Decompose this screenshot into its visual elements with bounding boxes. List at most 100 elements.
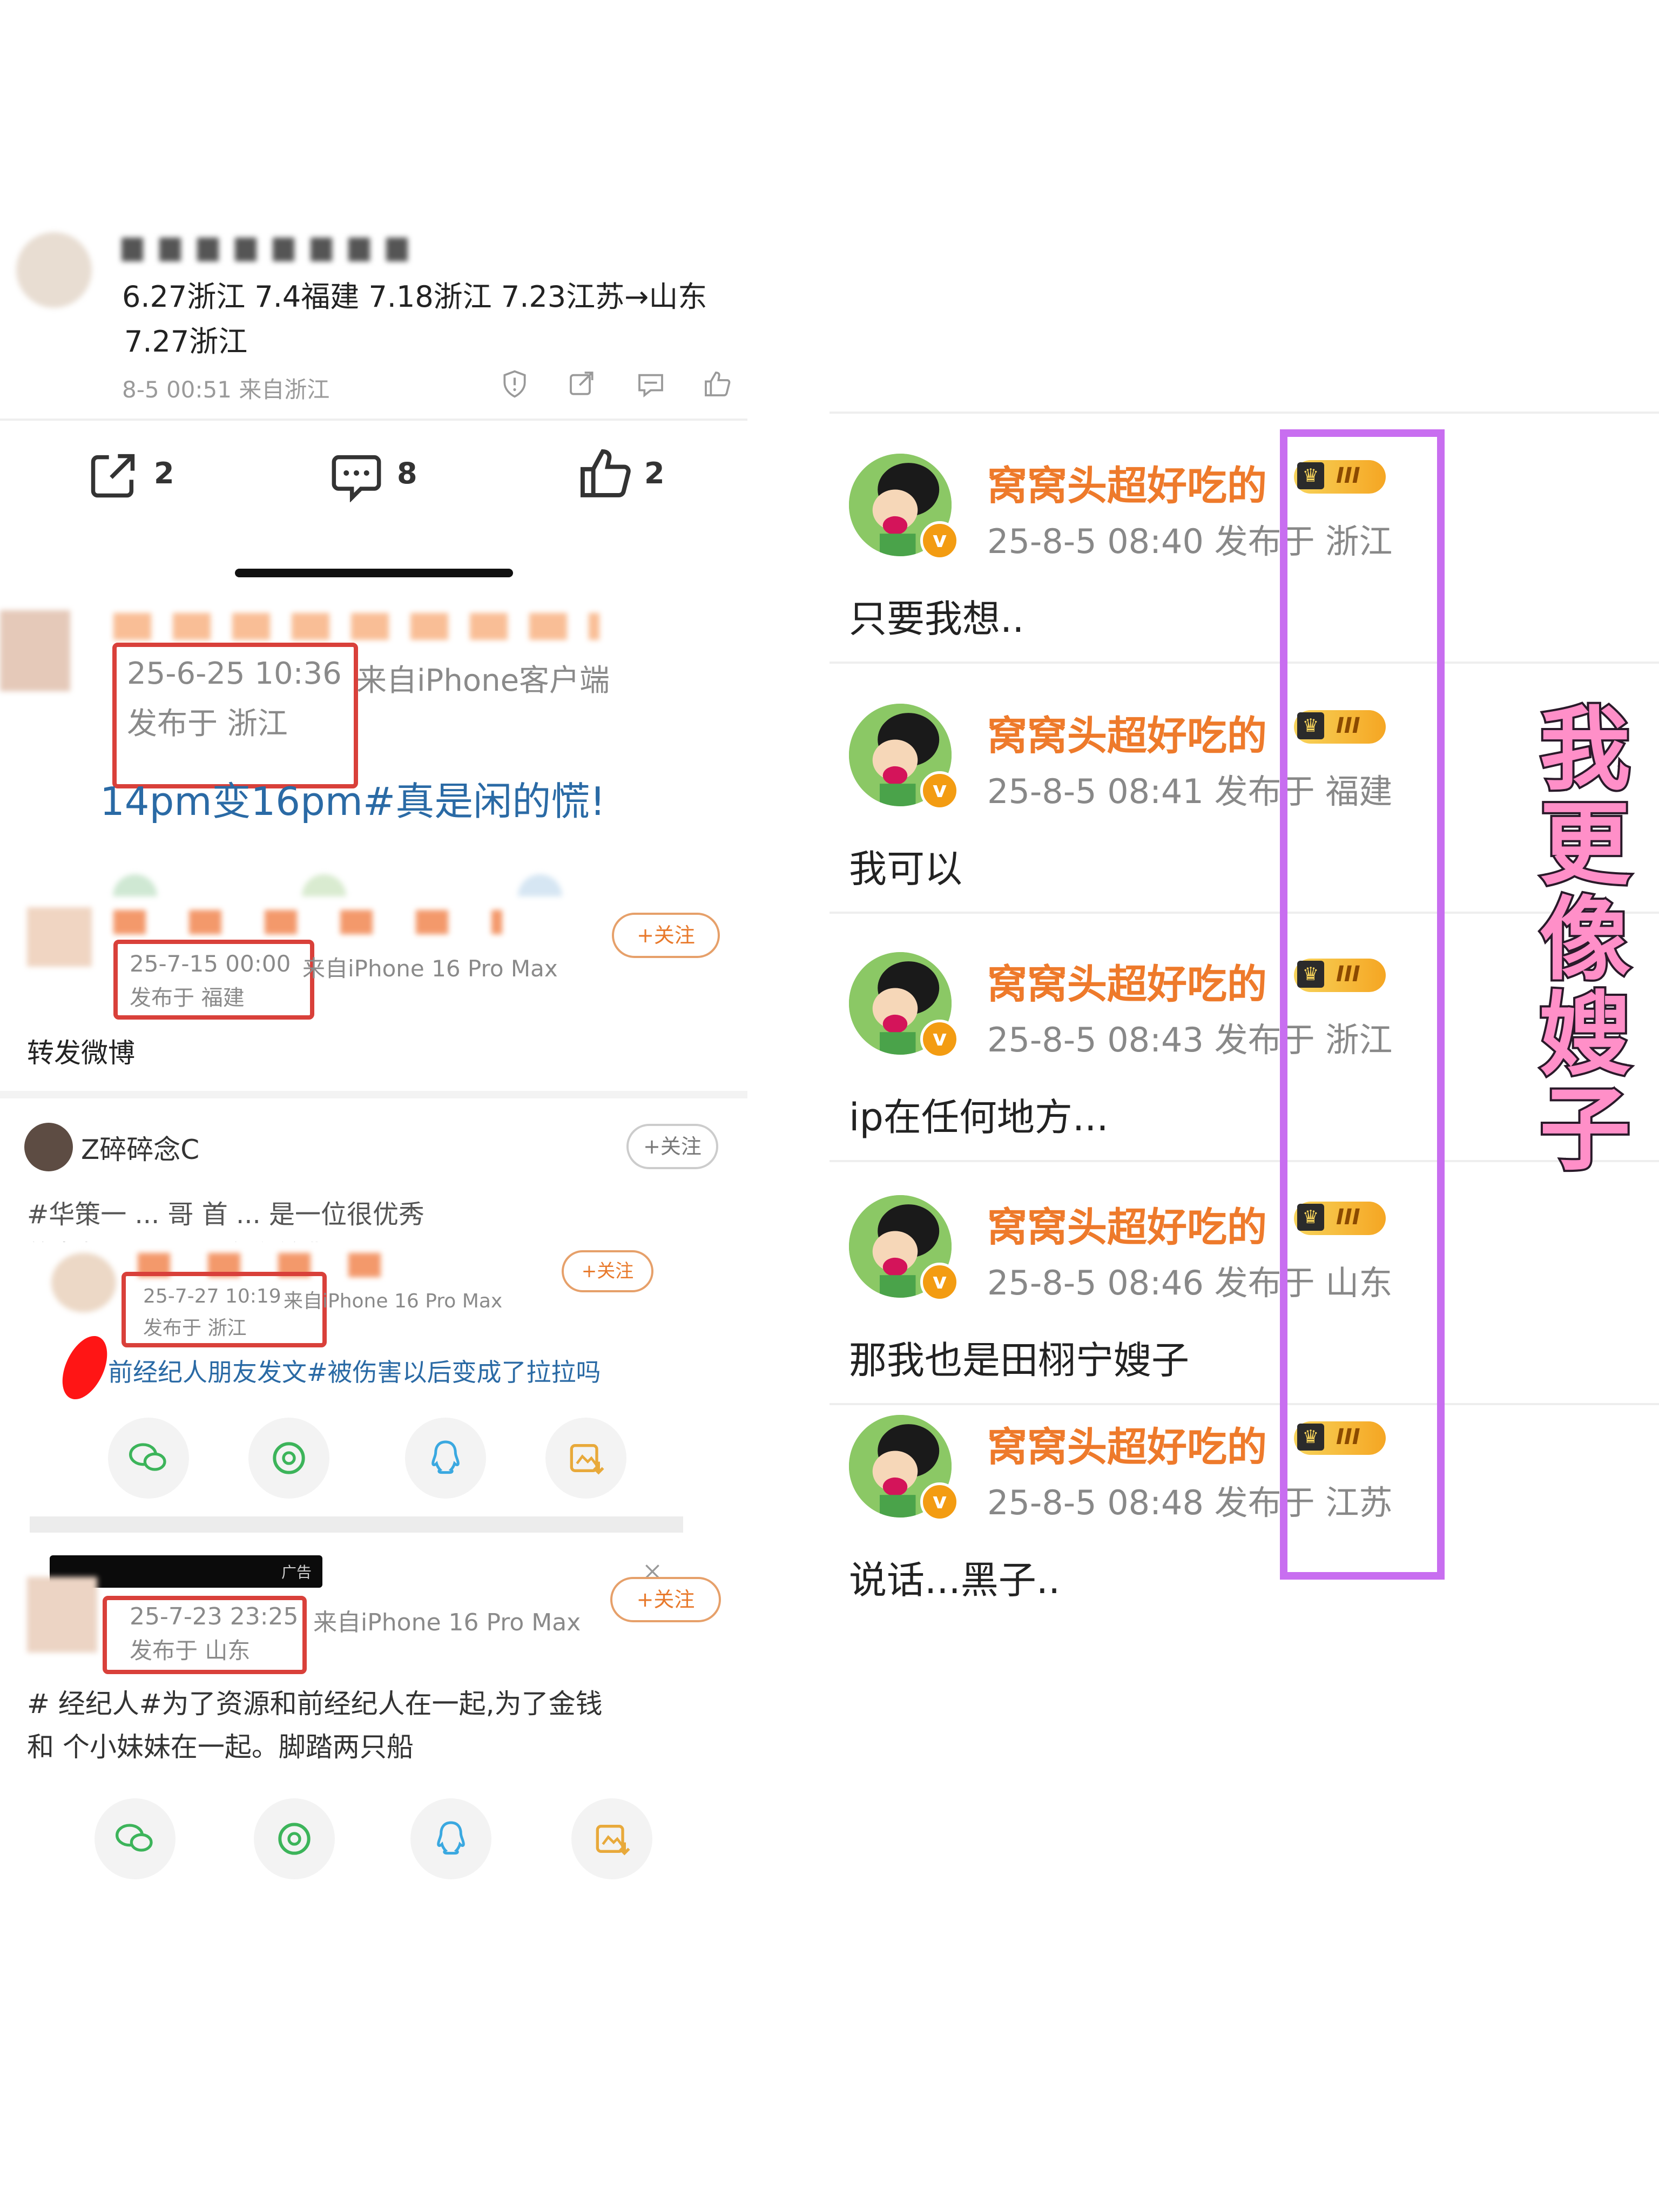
screenshot-2: +关注 25-7-15 00:00 来自iPhone 16 Pro Max 发布… bbox=[0, 864, 747, 1091]
post-location: 发布于 福建 bbox=[130, 986, 245, 1010]
divider bbox=[830, 412, 1659, 414]
post-location: 发布于 浙江 bbox=[143, 1317, 247, 1339]
author-avatar[interactable] bbox=[16, 232, 92, 308]
share-wechat-button[interactable] bbox=[108, 1418, 189, 1499]
like-small-icon[interactable] bbox=[702, 369, 732, 399]
save-image-icon bbox=[596, 1825, 630, 1856]
screenshot-4: +关注 25-7-27 10:19 来自iPhone 16 Pro Max 发布… bbox=[22, 1242, 734, 1528]
repost-icon bbox=[91, 454, 135, 498]
wechat-icon bbox=[116, 1824, 153, 1852]
post-location: 发布于 浙江 bbox=[127, 706, 288, 741]
post-text: 14pm变16pm#真是闲的慌! bbox=[100, 779, 606, 824]
caption-char: 我 bbox=[1537, 697, 1633, 802]
overlay-caption: 我 更 像 嫂 子 bbox=[1536, 697, 1634, 1183]
post-meta: 8-5 00:51 来自浙江 bbox=[122, 376, 330, 403]
post-time: 25-6-25 10:36 bbox=[127, 656, 342, 691]
screenshot-1: 25-6-25 10:36 来自iPhone客户端 发布于 浙江 14pm变16… bbox=[0, 578, 747, 880]
wechat-icon bbox=[129, 1443, 166, 1471]
comment-item: v 窝窝头超好吃的 ♛ III 25-8-5 08:48 发布于 江苏 说话...黑子.. bbox=[830, 1410, 1659, 1636]
verified-badge-icon: v bbox=[920, 1482, 959, 1521]
share-save-image-button[interactable] bbox=[571, 1798, 652, 1879]
post-text: 前经纪人朋友发文#被伤害以后变成了拉拉吗 bbox=[108, 1358, 601, 1387]
divider bbox=[830, 1403, 1659, 1405]
verified-badge-icon: v bbox=[920, 521, 959, 560]
comment-text: 我可以 bbox=[849, 847, 962, 891]
comment-button[interactable]: 8 bbox=[329, 443, 437, 508]
red-scribble bbox=[53, 1329, 117, 1406]
post-text-line2: 7.27浙江 bbox=[124, 325, 248, 359]
divider bbox=[830, 912, 1659, 914]
verified-badge-icon: v bbox=[920, 1263, 959, 1301]
comment-item: v 窝窝头超好吃的 ♛ III 25-8-5 08:46 发布于 山东 那我也是田栩宁嫂子 bbox=[830, 1190, 1659, 1417]
comment-count: 8 bbox=[397, 456, 417, 490]
caption-char: 子 bbox=[1537, 1077, 1633, 1183]
left-panel: 6.27浙江 7.4福建 7.18浙江 7.23江苏→山东 7.27浙江 8-5… bbox=[0, 0, 747, 2212]
follow-button[interactable]: +关注 bbox=[562, 1250, 653, 1292]
save-image-icon bbox=[570, 1444, 604, 1475]
username-blurred bbox=[113, 910, 502, 934]
avatar bbox=[27, 907, 92, 967]
screenshot-3: Z碎碎念C +关注 #华策一 ... 哥 首 ... 是一位很优秀 的老师 ..… bbox=[0, 1091, 747, 1250]
comment-text: 说话...黑子.. bbox=[849, 1558, 1061, 1602]
share-moments-button[interactable] bbox=[254, 1798, 335, 1879]
avatar bbox=[0, 610, 70, 691]
share-save-image-button[interactable] bbox=[545, 1418, 626, 1499]
post-text-line2: 和 个小妹妹在一起。脚踏两只船 bbox=[27, 1731, 414, 1763]
repost-button[interactable]: 2 bbox=[86, 443, 194, 508]
comment-item: v 窝窝头超好吃的 ♛ III 25-8-5 08:43 发布于 浙江 ip在任何地方..… bbox=[830, 947, 1659, 1174]
avatar[interactable] bbox=[24, 1123, 73, 1171]
follow-button[interactable]: +关注 bbox=[612, 913, 720, 958]
post-source: 来自iPhone 16 Pro Max bbox=[284, 1290, 503, 1312]
moments-icon bbox=[278, 1823, 311, 1855]
post-location: 发布于 山东 bbox=[130, 1637, 251, 1664]
post-text-line1: # 经纪人#为了资源和前经纪人在一起,为了金钱 bbox=[27, 1688, 603, 1719]
home-indicator bbox=[235, 569, 513, 577]
avatar bbox=[51, 1253, 116, 1312]
avatar bbox=[27, 1577, 97, 1653]
post-text-line1: 6.27浙江 7.4福建 7.18浙江 7.23江苏→山东 bbox=[122, 280, 707, 314]
author-name[interactable] bbox=[122, 238, 413, 261]
comment-text: 只要我想.. bbox=[849, 597, 1024, 641]
post-text-line1: #华策一 ... 哥 首 ... 是一位很优秀 bbox=[27, 1199, 425, 1230]
follow-button[interactable]: +关注 bbox=[626, 1124, 718, 1169]
commenter-name[interactable]: 窝窝头超好吃的 bbox=[987, 1415, 1267, 1473]
comment-small-icon[interactable] bbox=[636, 369, 666, 399]
post-time: 25-7-23 23:25 bbox=[130, 1603, 299, 1630]
moments-icon bbox=[273, 1442, 305, 1474]
share-qq-button[interactable] bbox=[405, 1418, 486, 1499]
comment-item: v 窝窝头超好吃的 ♛ III 25-8-5 08:41 发布于 福建 我可以 bbox=[830, 698, 1659, 925]
qq-icon bbox=[431, 1440, 460, 1474]
post-source: 来自iPhone客户端 bbox=[356, 663, 610, 698]
commenter-name[interactable]: 窝窝头超好吃的 bbox=[987, 454, 1267, 511]
commenter-name[interactable]: 窝窝头超好吃的 bbox=[987, 704, 1267, 761]
verified-badge-icon: v bbox=[920, 1020, 959, 1058]
commenter-name[interactable]: 窝窝头超好吃的 bbox=[987, 1195, 1267, 1253]
qq-icon bbox=[437, 1821, 465, 1855]
divider bbox=[830, 662, 1659, 664]
share-qq-button[interactable] bbox=[410, 1798, 491, 1879]
like-button[interactable]: 2 bbox=[577, 443, 685, 508]
post-text: 转发微博 bbox=[27, 1037, 135, 1069]
repost-count: 2 bbox=[154, 456, 174, 490]
divider bbox=[0, 419, 747, 421]
share-wechat-button[interactable] bbox=[95, 1798, 176, 1879]
divider bbox=[30, 1516, 683, 1533]
post-source: 来自iPhone 16 Pro Max bbox=[313, 1609, 581, 1636]
icon-row-blurred bbox=[81, 864, 621, 896]
report-icon[interactable] bbox=[500, 369, 530, 399]
comment-text: 那我也是田栩宁嫂子 bbox=[849, 1338, 1189, 1382]
share-small-icon[interactable] bbox=[567, 369, 597, 399]
follow-button[interactable]: +关注 bbox=[610, 1577, 721, 1622]
post-time: 25-7-27 10:19 bbox=[143, 1285, 281, 1307]
verified-badge-icon: v bbox=[920, 771, 959, 810]
post-time: 25-7-15 00:00 bbox=[130, 950, 291, 977]
comment-icon bbox=[332, 455, 381, 502]
divider bbox=[830, 1160, 1659, 1162]
username[interactable]: Z碎碎念C bbox=[81, 1128, 199, 1167]
like-icon bbox=[581, 449, 631, 497]
caption-char: 像 bbox=[1537, 887, 1633, 993]
commenter-name[interactable]: 窝窝头超好吃的 bbox=[987, 952, 1267, 1010]
highlight-box-purple bbox=[1280, 429, 1445, 1580]
like-count: 2 bbox=[644, 456, 665, 490]
share-moments-button[interactable] bbox=[248, 1418, 329, 1499]
